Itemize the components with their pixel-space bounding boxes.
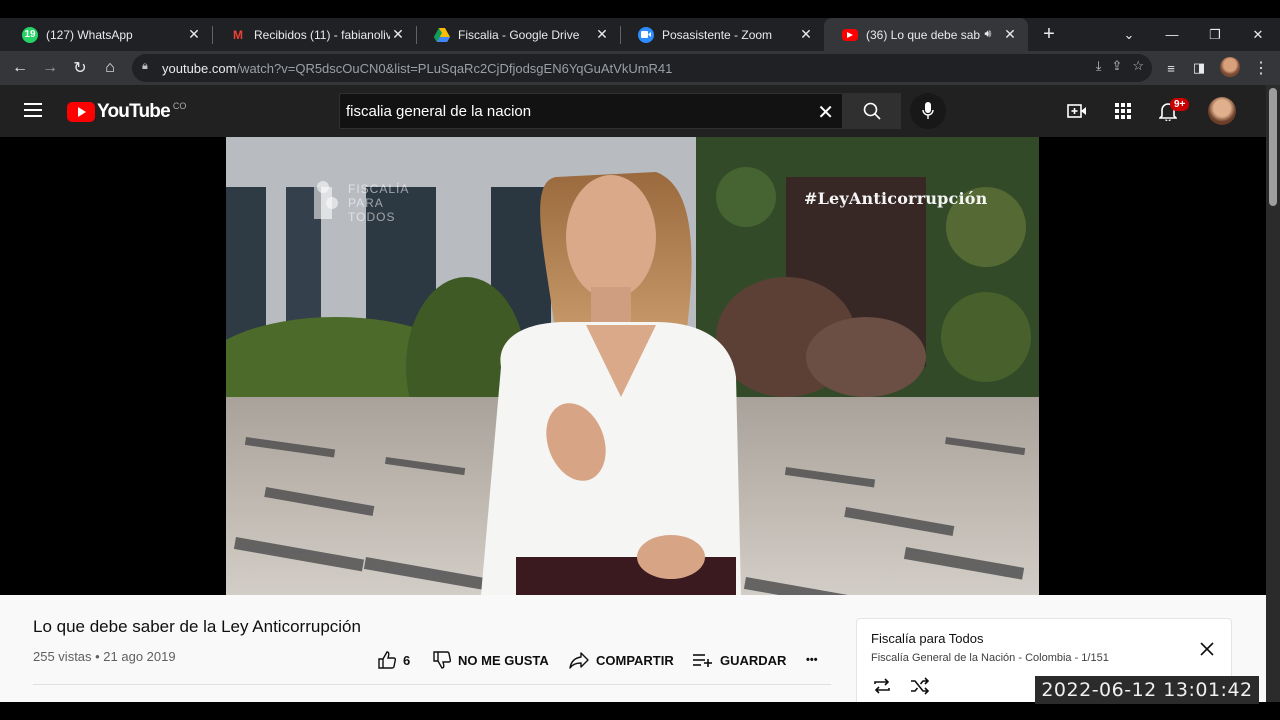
close-icon[interactable]: ✕	[1002, 26, 1018, 43]
video-title: Lo que debe saber de la Ley Anticorrupci…	[33, 617, 361, 636]
details-divider	[33, 684, 831, 685]
youtube-play-icon	[67, 102, 95, 122]
close-icon[interactable]: ✕	[390, 26, 406, 43]
tab-whatsapp[interactable]: 19 (127) WhatsApp ✕	[4, 18, 212, 51]
voice-search-button[interactable]	[910, 93, 946, 129]
browser-tab-strip: 19 (127) WhatsApp ✕ M Recibidos (11) - f…	[0, 18, 1280, 51]
whatsapp-icon: 19	[22, 26, 38, 43]
google-drive-icon	[434, 27, 450, 43]
thumbs-down-icon	[433, 651, 452, 669]
reading-list-icon[interactable]: ≡	[1158, 55, 1184, 81]
home-button[interactable]: ⌂	[97, 55, 123, 81]
logo-wordmark: YouTube	[97, 101, 171, 122]
letterbox-bottom	[0, 702, 1280, 720]
bookmark-star-icon[interactable]: ☆	[1132, 58, 1144, 74]
tab-search-button[interactable]: ⌄	[1107, 18, 1151, 51]
more-dots-icon: •••	[806, 654, 818, 666]
save-button[interactable]: GUARDAR	[692, 647, 786, 673]
video-hashtag-overlay: #LeyAnticorrupción	[804, 189, 988, 208]
search-button[interactable]	[843, 93, 901, 129]
save-playlist-icon	[693, 654, 712, 667]
tab-youtube-active[interactable]: (36) Lo que debe saber d 🔊︎ ✕	[824, 18, 1028, 51]
browser-menu-icon[interactable]: ⋮	[1248, 55, 1274, 81]
youtube-icon	[842, 28, 858, 41]
tab-google-drive[interactable]: Fiscalia - Google Drive ✕	[416, 18, 620, 51]
thumbs-up-icon	[378, 651, 397, 669]
microphone-icon	[922, 102, 934, 119]
tab-gmail[interactable]: M Recibidos (11) - fabianolivar@ ✕	[212, 18, 416, 51]
window-close-button[interactable]: ✕	[1236, 18, 1280, 51]
account-avatar[interactable]	[1208, 97, 1236, 125]
forward-button[interactable]: →	[37, 55, 63, 81]
video-watermark: FISCALÍA PARA TODOS	[348, 182, 409, 224]
url-path: /watch?v=QR5dscOuCN0&list=PLuSqaRc2CjDfj…	[236, 60, 673, 76]
gmail-icon: M	[233, 27, 243, 42]
playlist-subtitle: Fiscalía General de la Nación - Colombia…	[871, 652, 1109, 664]
address-bar-actions: ⤓ ⇪ ☆	[1096, 58, 1144, 74]
close-icon[interactable]: ✕	[186, 26, 202, 43]
playlist-title[interactable]: Fiscalía para Todos	[871, 631, 984, 646]
like-button[interactable]: 6	[377, 647, 410, 673]
tab-label: Posasistente - Zoom	[662, 27, 773, 42]
like-count: 6	[403, 652, 411, 668]
youtube-logo[interactable]: YouTube CO	[67, 101, 186, 123]
share-label: COMPARTIR	[596, 652, 674, 668]
watermark-line: TODOS	[348, 210, 396, 224]
video-views-date: 255 vistas • 21 ago 2019	[33, 649, 176, 664]
restore-button[interactable]: ❐	[1193, 18, 1237, 51]
scrollbar-thumb[interactable]	[1269, 88, 1277, 206]
more-actions-button[interactable]: •••	[806, 647, 818, 673]
youtube-header: YouTube CO fiscalia general de la nacion…	[0, 85, 1266, 137]
install-icon[interactable]: ⤓	[1096, 58, 1102, 74]
dislike-button[interactable]: NO ME GUSTA	[432, 647, 549, 673]
tab-label: Recibidos (11) - fabianolivar@	[254, 27, 390, 42]
recording-timestamp-overlay: 2022-06-12 13:01:42	[1035, 676, 1259, 704]
menu-icon[interactable]	[24, 103, 42, 117]
tab-zoom[interactable]: Posasistente - Zoom ✕	[620, 18, 824, 51]
close-icon[interactable]: ✕	[594, 26, 610, 43]
tab-label: Fiscalia - Google Drive	[458, 27, 580, 42]
loop-playlist-icon[interactable]	[871, 677, 893, 695]
search-input[interactable]: fiscalia general de la nacion ✕	[339, 93, 843, 129]
save-label: GUARDAR	[720, 652, 787, 668]
tab-label: (36) Lo que debe saber d	[866, 27, 980, 42]
zoom-icon	[638, 26, 654, 43]
speaker-icon[interactable]: 🔊︎	[980, 28, 996, 41]
search-value: fiscalia general de la nacion	[346, 102, 532, 120]
back-button[interactable]: ←	[7, 55, 33, 81]
notification-count-badge: 9+	[1170, 98, 1190, 111]
reload-button[interactable]: ↻	[67, 55, 93, 81]
playlist-close-icon[interactable]	[1198, 640, 1216, 658]
search-icon	[863, 102, 881, 120]
share-icon[interactable]: ⇪	[1111, 58, 1122, 74]
tab-label: (127) WhatsApp	[46, 27, 133, 42]
url-host: youtube.com	[162, 60, 237, 76]
country-code: CO	[172, 101, 187, 111]
address-bar[interactable]: 🔒︎ youtube.com/watch?v=QR5dscOuCN0&list=…	[132, 54, 1152, 82]
new-tab-button[interactable]: +	[1038, 18, 1060, 51]
browser-toolbar: ← → ↻ ⌂ 🔒︎ youtube.com/watch?v=QR5dscOuC…	[0, 51, 1280, 85]
close-icon[interactable]: ✕	[798, 26, 814, 43]
apps-grid-icon[interactable]	[1112, 100, 1134, 122]
shuffle-icon[interactable]	[909, 677, 931, 695]
minimize-button[interactable]: —	[1150, 18, 1194, 51]
share-button[interactable]: COMPARTIR	[568, 647, 674, 673]
watermark-line: FISCALÍA	[348, 182, 410, 196]
lock-icon: 🔒︎	[142, 60, 148, 72]
watermark-line: PARA	[348, 196, 384, 210]
share-arrow-icon	[569, 652, 589, 669]
clear-search-icon[interactable]: ✕	[817, 100, 834, 125]
side-panel-icon[interactable]: ◨	[1186, 55, 1212, 81]
screen: 19 (127) WhatsApp ✕ M Recibidos (11) - f…	[0, 0, 1280, 720]
letterbox-top	[0, 0, 1280, 18]
dislike-label: NO ME GUSTA	[458, 652, 549, 668]
profile-avatar[interactable]	[1220, 57, 1240, 77]
create-video-icon[interactable]	[1066, 100, 1088, 122]
